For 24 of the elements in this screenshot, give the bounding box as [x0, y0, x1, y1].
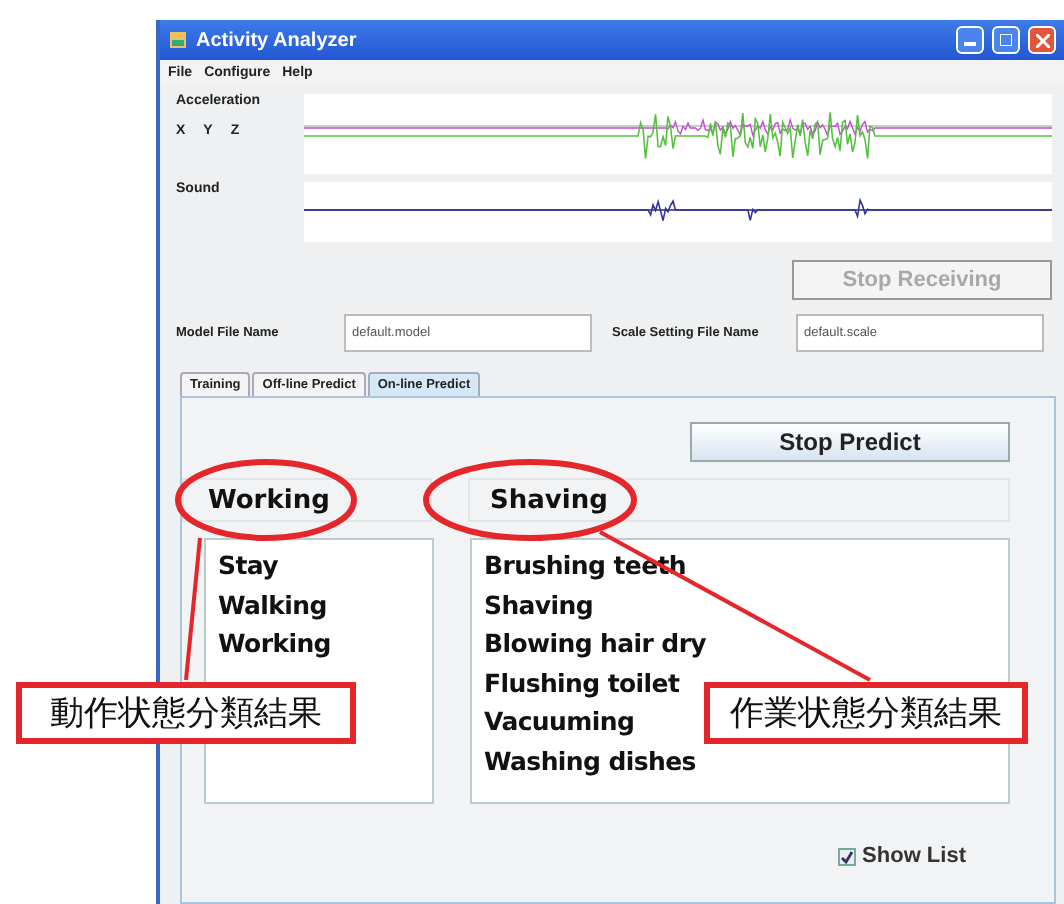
- list-item[interactable]: Working: [218, 624, 331, 663]
- window-title: Activity Analyzer: [196, 29, 359, 51]
- list-item[interactable]: Vacuuming: [484, 702, 635, 741]
- motion-result: Working: [182, 478, 432, 522]
- list-item[interactable]: Stay: [218, 546, 278, 585]
- list-item[interactable]: Blowing hair dry: [484, 624, 707, 663]
- maximize-icon: [1000, 34, 1012, 46]
- maximize-button[interactable]: [992, 26, 1020, 54]
- list-item[interactable]: Washing dishes: [484, 741, 696, 780]
- list-item[interactable]: Walking: [218, 585, 327, 624]
- checkbox-icon[interactable]: [838, 847, 857, 865]
- show-list-checkbox[interactable]: Show List: [838, 844, 966, 868]
- close-icon: [1035, 33, 1049, 47]
- leader-line: [184, 537, 202, 681]
- list-item[interactable]: Flushing toilet: [484, 663, 680, 702]
- close-button[interactable]: [1028, 26, 1056, 54]
- callout-label: 動作状態分類結果: [16, 682, 356, 744]
- stop-predict-button[interactable]: Stop Predict: [690, 422, 1010, 462]
- check-mark-icon: [840, 849, 855, 863]
- task-result: Shaving: [468, 478, 1010, 522]
- callout-label: 作業状態分類結果: [704, 682, 1028, 744]
- list-item[interactable]: Shaving: [484, 585, 594, 624]
- minimize-button[interactable]: [956, 26, 984, 54]
- app-icon: [168, 30, 188, 50]
